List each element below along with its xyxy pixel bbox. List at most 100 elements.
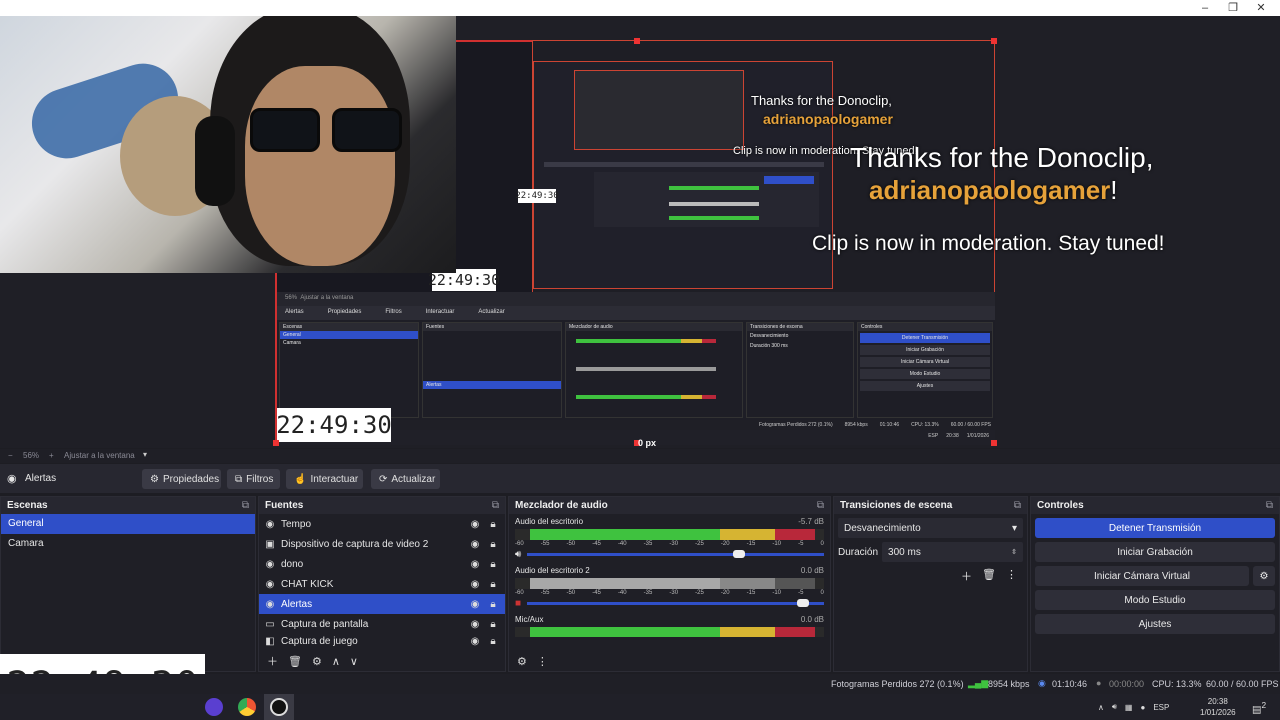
eye-icon[interactable]: ◉ — [469, 636, 481, 647]
zoom-out-button[interactable]: − — [8, 451, 13, 460]
speaker-icon[interactable]: 🔊︎ — [515, 549, 521, 560]
speaker-muted-icon[interactable]: ■ — [515, 598, 521, 609]
volume-icon[interactable]: 🔊︎ — [1112, 702, 1117, 712]
system-tray: ∧ 🔊︎ ▦ ● ESP — [1098, 694, 1169, 720]
stream-time: 01:10:46 — [1052, 679, 1088, 689]
source-item[interactable]: ▭ Captura de pantalla ◉ 🔒︎ — [259, 614, 505, 634]
filters-button[interactable]: ⧉ Filtros — [227, 469, 280, 489]
headset — [195, 116, 235, 206]
controls-title-bar: Controles ⧉ — [1031, 497, 1279, 514]
resize-handle[interactable] — [634, 38, 640, 44]
chrome-icon[interactable] — [238, 698, 256, 716]
lock-icon[interactable]: 🔒︎ — [487, 619, 499, 630]
duration-spinbox[interactable]: 300 ms ⇳ — [882, 542, 1023, 562]
undock-icon[interactable]: ⧉ — [1014, 500, 1021, 511]
resize-handle[interactable] — [273, 440, 279, 446]
obs-taskbar-button[interactable] — [264, 694, 294, 720]
channel-name: Mic/Aux — [515, 615, 544, 624]
mixer-settings-icon[interactable]: ⚙ — [517, 655, 527, 668]
volume-slider[interactable] — [527, 550, 824, 558]
settings-button[interactable]: Ajustes — [1035, 614, 1275, 634]
scenes-dock: Escenas ⧉ General Camara — [0, 496, 256, 672]
source-item[interactable]: ◉ Alertas ◉ 🔒︎ — [259, 594, 505, 614]
transitions-dock: Transiciones de escena ⧉ Desvanecimiento… — [833, 496, 1028, 672]
lock-icon[interactable]: 🔒︎ — [487, 539, 499, 550]
transition-select[interactable]: Desvanecimiento ▾ — [838, 518, 1023, 538]
preview-area[interactable]: Thanks for the Donoclip, adrianopaologam… — [0, 16, 1280, 448]
gear-icon[interactable]: ⚙ — [1253, 566, 1275, 586]
spin-arrows-icon[interactable]: ⇳ — [1011, 548, 1017, 556]
source-item[interactable]: ◉ Tempo ◉ 🔒︎ — [259, 514, 505, 534]
mic-icon[interactable]: ● — [1140, 703, 1145, 712]
language-indicator[interactable]: ESP — [1153, 703, 1169, 712]
move-up-icon[interactable]: ∧ — [332, 655, 340, 668]
nested-controls: Controles Detener Transmisión Iniciar Gr… — [857, 322, 993, 418]
scene-item[interactable]: General — [1, 514, 255, 534]
eye-icon[interactable]: ◉ — [469, 559, 481, 570]
lock-icon[interactable]: 🔒︎ — [487, 579, 499, 590]
signal-icon: ▂▄▆ — [968, 678, 989, 688]
chevron-down-icon: ▾ — [1011, 522, 1017, 534]
source-item[interactable]: ◧ Captura de juego ◉ 🔒︎ — [259, 634, 505, 648]
add-source-icon[interactable]: ＋ — [267, 653, 278, 669]
eye-icon[interactable]: ◉ — [469, 599, 481, 610]
zoom-level: 56% — [23, 451, 40, 460]
studio-mode-button[interactable]: Modo Estudio — [1035, 590, 1275, 610]
refresh-button[interactable]: ⟳ Actualizar — [371, 469, 440, 489]
gear-icon[interactable]: ⚙ — [312, 655, 322, 668]
properties-button[interactable]: ⚙ Propiedades — [142, 469, 221, 489]
undock-icon[interactable]: ⧉ — [817, 500, 824, 511]
face — [245, 66, 395, 266]
chevron-down-icon[interactable]: ▾ — [143, 450, 147, 459]
trash-icon[interactable]: 🗑︎ — [982, 568, 996, 584]
source-label: Captura de juego — [281, 635, 358, 647]
lock-icon[interactable]: 🔒︎ — [487, 599, 499, 610]
controls-title: Controles — [1037, 500, 1084, 511]
eye-icon[interactable]: ◉ — [469, 539, 481, 550]
scene-item[interactable]: Camara — [1, 534, 255, 554]
source-item[interactable]: ◉ CHAT KICK ◉ 🔒︎ — [259, 574, 505, 594]
source-item[interactable]: ▣ Dispositivo de captura de video 2 ◉ 🔒︎ — [259, 534, 505, 554]
zoom-in-button[interactable]: + — [49, 451, 54, 460]
interact-button[interactable]: ☝ Interactuar — [286, 469, 363, 489]
app-icon[interactable] — [205, 698, 223, 716]
lock-icon[interactable]: 🔒︎ — [487, 519, 499, 530]
minimize-button[interactable]: – — [1190, 0, 1220, 16]
lock-icon[interactable]: 🔒︎ — [487, 636, 499, 647]
maximize-button[interactable]: ❐ — [1218, 0, 1248, 16]
donation-username: adrianopaologamer — [869, 175, 1111, 205]
start-recording-button[interactable]: Iniciar Grabación — [1035, 542, 1275, 562]
close-button[interactable]: ✕ — [1246, 0, 1276, 16]
chevron-up-icon[interactable]: ∧ — [1098, 703, 1104, 712]
more-options-icon[interactable]: ⋮ — [1006, 568, 1017, 584]
dropped-frames: Fotogramas Perdidos 272 (0.1%) — [831, 679, 964, 689]
add-transition-icon[interactable]: ＋ — [961, 568, 972, 584]
record-icon: ● — [1096, 678, 1102, 688]
notification-icon[interactable]: ▤2 — [1252, 700, 1266, 715]
source-label: Alertas — [281, 598, 313, 610]
start-virtual-camera-button[interactable]: Iniciar Cámara Virtual — [1035, 566, 1249, 586]
resize-handle[interactable] — [991, 38, 997, 44]
move-down-icon[interactable]: ∨ — [350, 655, 358, 668]
eye-icon[interactable]: ◉ — [469, 619, 481, 630]
fit-to-window-select[interactable]: Ajustar a la ventana — [64, 451, 135, 460]
eye-icon[interactable]: ◉ — [469, 519, 481, 530]
trash-icon[interactable]: 🗑︎ — [288, 655, 302, 668]
channel-db: 0.0 dB — [800, 615, 824, 624]
undock-icon[interactable]: ⧉ — [492, 500, 499, 511]
volume-slider[interactable] — [527, 599, 824, 607]
nested-donation-line1: Thanks for the Donoclip, — [751, 93, 892, 108]
resize-handle[interactable] — [991, 440, 997, 446]
more-options-icon[interactable]: ⋮ — [537, 655, 548, 668]
stop-streaming-button[interactable]: Detener Transmisión — [1035, 518, 1275, 538]
undock-icon[interactable]: ⧉ — [242, 500, 249, 511]
source-item[interactable]: ◉ dono ◉ 🔒︎ — [259, 554, 505, 574]
eye-icon[interactable]: ◉ — [469, 579, 481, 590]
mixer-title-bar: Mezclador de audio ⧉ — [509, 497, 830, 514]
taskbar-clock[interactable]: 20:38 1/01/2026 — [1200, 696, 1236, 718]
undock-icon[interactable]: ⧉ — [1266, 500, 1273, 511]
network-icon[interactable]: ▦ — [1125, 703, 1133, 712]
globe-icon: ◉ — [265, 518, 275, 530]
meter-scale: -60 -55 -50 -45 -40 -35 -30 -25 -20 -15 -10 -5 0 — [515, 541, 824, 547]
lock-icon[interactable]: 🔒︎ — [487, 559, 499, 570]
